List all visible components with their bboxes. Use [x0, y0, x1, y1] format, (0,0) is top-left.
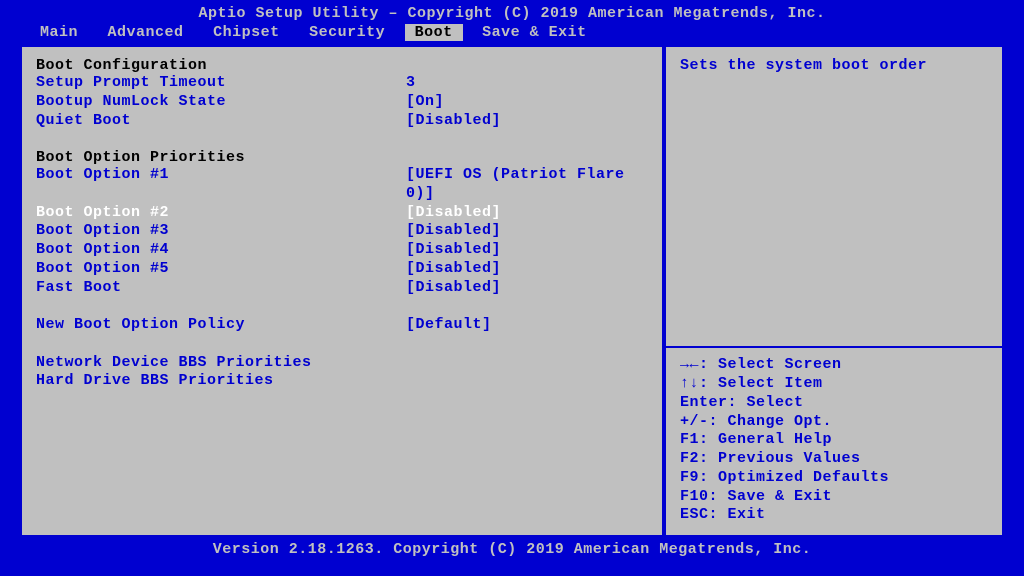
boot-config-header: Boot Configuration [36, 57, 648, 74]
boot-option-1-label: Boot Option #1 [36, 166, 406, 185]
help-text: Sets the system boot order [680, 57, 988, 74]
menu-bar: Main Advanced Chipset Security Boot Save… [0, 24, 1024, 45]
hint-change-opt: +/-: Change Opt. [680, 413, 988, 432]
setup-prompt-timeout-label: Setup Prompt Timeout [36, 74, 406, 93]
hard-drive-bbs-priorities[interactable]: Hard Drive BBS Priorities [36, 372, 648, 391]
hint-select-item: ↑↓: Select Item [680, 375, 988, 394]
hint-f2: F2: Previous Values [680, 450, 988, 469]
setup-prompt-timeout[interactable]: Setup Prompt Timeout 3 [36, 74, 648, 93]
boot-option-5-value: [Disabled] [406, 260, 648, 279]
boot-option-1-value2: 0)] [406, 185, 648, 204]
boot-option-2[interactable]: Boot Option #2 [Disabled] [36, 204, 648, 223]
fast-boot-value: [Disabled] [406, 279, 648, 298]
menu-save-exit[interactable]: Save & Exit [472, 24, 597, 41]
left-panel: Boot Configuration Setup Prompt Timeout … [20, 45, 664, 537]
boot-option-2-value: [Disabled] [406, 204, 648, 223]
bootup-numlock-value: [On] [406, 93, 648, 112]
main-area: Boot Configuration Setup Prompt Timeout … [0, 45, 1024, 537]
new-boot-option-policy[interactable]: New Boot Option Policy [Default] [36, 316, 648, 335]
bootup-numlock-label: Bootup NumLock State [36, 93, 406, 112]
hint-f1: F1: General Help [680, 431, 988, 450]
fast-boot[interactable]: Fast Boot [Disabled] [36, 279, 648, 298]
help-panel: Sets the system boot order [666, 47, 1002, 346]
bootup-numlock[interactable]: Bootup NumLock State [On] [36, 93, 648, 112]
footer: Version 2.18.1263. Copyright (C) 2019 Am… [0, 537, 1024, 558]
boot-option-1[interactable]: Boot Option #1 [UEFI OS (Patriot Flare [36, 166, 648, 185]
title-bar: Aptio Setup Utility – Copyright (C) 2019… [0, 0, 1024, 24]
menu-boot[interactable]: Boot [405, 24, 463, 41]
new-boot-option-policy-value: [Default] [406, 316, 648, 335]
right-panel: Sets the system boot order →←: Select Sc… [664, 45, 1004, 537]
hint-enter: Enter: Select [680, 394, 988, 413]
menu-advanced[interactable]: Advanced [98, 24, 194, 41]
hint-f10: F10: Save & Exit [680, 488, 988, 507]
quiet-boot[interactable]: Quiet Boot [Disabled] [36, 112, 648, 131]
menu-security[interactable]: Security [299, 24, 395, 41]
menu-chipset[interactable]: Chipset [203, 24, 290, 41]
boot-option-3[interactable]: Boot Option #3 [Disabled] [36, 222, 648, 241]
setup-prompt-timeout-value: 3 [406, 74, 648, 93]
fast-boot-label: Fast Boot [36, 279, 406, 298]
boot-option-3-label: Boot Option #3 [36, 222, 406, 241]
boot-option-4[interactable]: Boot Option #4 [Disabled] [36, 241, 648, 260]
boot-option-2-label: Boot Option #2 [36, 204, 406, 223]
boot-option-4-value: [Disabled] [406, 241, 648, 260]
boot-option-1-value: [UEFI OS (Patriot Flare [406, 166, 648, 185]
hint-select-screen: →←: Select Screen [680, 356, 988, 375]
hint-f9: F9: Optimized Defaults [680, 469, 988, 488]
hard-drive-bbs-label: Hard Drive BBS Priorities [36, 372, 406, 391]
boot-option-1-line2: 0)] [36, 185, 648, 204]
key-hints: →←: Select Screen ↑↓: Select Item Enter:… [666, 348, 1002, 535]
boot-priorities-header: Boot Option Priorities [36, 149, 648, 166]
hint-esc: ESC: Exit [680, 506, 988, 525]
network-bbs-label: Network Device BBS Priorities [36, 354, 406, 373]
new-boot-option-policy-label: New Boot Option Policy [36, 316, 406, 335]
quiet-boot-label: Quiet Boot [36, 112, 406, 131]
quiet-boot-value: [Disabled] [406, 112, 648, 131]
menu-main[interactable]: Main [30, 24, 88, 41]
network-bbs-priorities[interactable]: Network Device BBS Priorities [36, 354, 648, 373]
boot-option-4-label: Boot Option #4 [36, 241, 406, 260]
boot-option-3-value: [Disabled] [406, 222, 648, 241]
boot-option-5-label: Boot Option #5 [36, 260, 406, 279]
boot-option-5[interactable]: Boot Option #5 [Disabled] [36, 260, 648, 279]
